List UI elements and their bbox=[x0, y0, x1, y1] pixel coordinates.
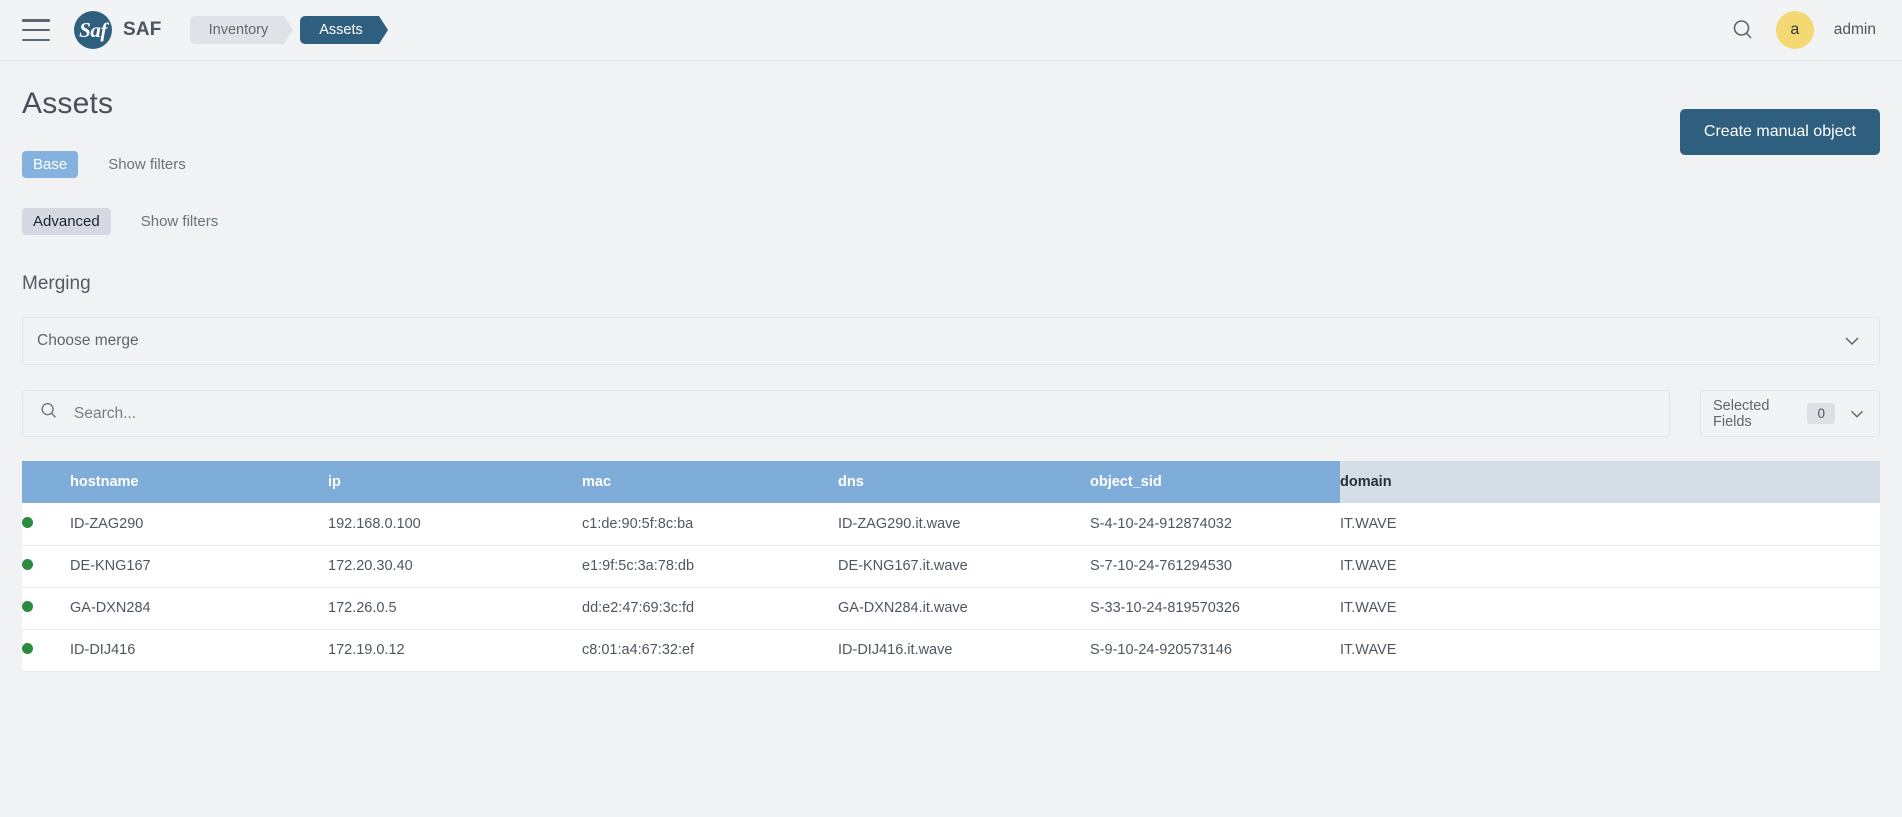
choose-merge-select[interactable]: Choose merge bbox=[22, 317, 1880, 365]
choose-merge-value: Choose merge bbox=[37, 332, 139, 349]
row-mac: e1:9f:5c:3a:78:db bbox=[582, 545, 838, 588]
table-row[interactable]: ID-DIJ416 172.19.0.12 c8:01:a4:67:32:ef … bbox=[22, 629, 1880, 672]
row-hostname: GA-DXN284 bbox=[70, 587, 328, 630]
row-ip: 172.20.30.40 bbox=[328, 545, 582, 588]
row-dns: DE-KNG167.it.wave bbox=[838, 545, 1090, 588]
page-content: Assets Create manual object Base Show fi… bbox=[0, 87, 1902, 672]
base-filter-chip[interactable]: Base bbox=[22, 151, 79, 178]
table-header-object-sid[interactable]: object_sid bbox=[1090, 461, 1340, 503]
selected-fields-dropdown[interactable]: Selected Fields 0 bbox=[1700, 390, 1880, 437]
row-hostname: DE-KNG167 bbox=[70, 545, 328, 588]
row-mac: dd:e2:47:69:3c:fd bbox=[582, 587, 838, 630]
breadcrumb-item-assets[interactable]: Assets bbox=[300, 16, 388, 44]
advanced-filter-chip[interactable]: Advanced bbox=[22, 208, 111, 235]
status-dot-icon bbox=[22, 559, 33, 570]
row-ip: 192.168.0.100 bbox=[328, 503, 582, 546]
saf-logo-icon: Saf bbox=[74, 11, 112, 49]
page-title: Assets bbox=[22, 87, 114, 120]
brand-logo[interactable]: Saf SAF bbox=[74, 11, 162, 49]
search-box[interactable] bbox=[22, 390, 1670, 437]
avatar[interactable]: a bbox=[1775, 11, 1814, 49]
row-object-sid: S-4-10-24-912874032 bbox=[1090, 503, 1340, 546]
table-header-row: hostname ip mac dns object_sid domain bbox=[22, 461, 1880, 503]
row-hostname: ID-ZAG290 bbox=[70, 503, 328, 546]
row-domain: IT.WAVE bbox=[1340, 587, 1880, 630]
row-status-cell bbox=[22, 545, 70, 588]
selected-fields-label: Selected Fields bbox=[1713, 397, 1770, 430]
base-filter-row: Base Show filters bbox=[22, 151, 1880, 178]
assets-table-header: hostname ip mac dns object_sid domain bbox=[22, 461, 1880, 503]
row-object-sid: S-33-10-24-819570326 bbox=[1090, 587, 1340, 630]
table-header-domain[interactable]: domain bbox=[1340, 461, 1880, 503]
base-show-filters-link[interactable]: Show filters bbox=[108, 156, 186, 173]
hamburger-menu-icon[interactable] bbox=[22, 19, 50, 41]
table-header-dns[interactable]: dns bbox=[838, 461, 1090, 503]
row-status-cell bbox=[22, 629, 70, 672]
table-row[interactable]: ID-ZAG290 192.168.0.100 c1:de:90:5f:8c:b… bbox=[22, 503, 1880, 546]
status-dot-icon bbox=[22, 601, 33, 612]
table-header-status bbox=[22, 461, 70, 503]
create-manual-object-button[interactable]: Create manual object bbox=[1679, 109, 1880, 155]
breadcrumb-item-assets-label: Assets bbox=[319, 22, 363, 38]
status-dot-icon bbox=[22, 643, 33, 654]
row-object-sid: S-7-10-24-761294530 bbox=[1090, 545, 1340, 588]
row-ip: 172.19.0.12 bbox=[328, 629, 582, 672]
assets-table: hostname ip mac dns object_sid domain ID… bbox=[22, 461, 1880, 672]
search-icon[interactable] bbox=[1730, 17, 1756, 43]
row-object-sid: S-9-10-24-920573146 bbox=[1090, 629, 1340, 672]
row-ip: 172.26.0.5 bbox=[328, 587, 582, 630]
row-domain: IT.WAVE bbox=[1340, 545, 1880, 588]
row-dns: ID-DIJ416.it.wave bbox=[838, 629, 1090, 672]
row-hostname: ID-DIJ416 bbox=[70, 629, 328, 672]
breadcrumb-item-inventory[interactable]: Inventory bbox=[189, 16, 293, 44]
breadcrumb: Inventory Assets bbox=[189, 16, 388, 44]
assets-table-body: ID-ZAG290 192.168.0.100 c1:de:90:5f:8c:b… bbox=[22, 503, 1880, 672]
advanced-filter-row: Advanced Show filters bbox=[22, 208, 1880, 235]
advanced-show-filters-link[interactable]: Show filters bbox=[141, 213, 219, 230]
table-row[interactable]: GA-DXN284 172.26.0.5 dd:e2:47:69:3c:fd G… bbox=[22, 587, 1880, 630]
search-icon bbox=[39, 401, 59, 426]
top-navigation-bar: Saf SAF Inventory Assets a admin bbox=[0, 0, 1902, 61]
row-status-cell bbox=[22, 503, 70, 546]
row-domain: IT.WAVE bbox=[1340, 629, 1880, 672]
table-header-hostname[interactable]: hostname bbox=[70, 461, 328, 503]
table-header-ip[interactable]: ip bbox=[328, 461, 582, 503]
username-label: admin bbox=[1833, 21, 1876, 38]
row-status-cell bbox=[22, 587, 70, 630]
row-dns: GA-DXN284.it.wave bbox=[838, 587, 1090, 630]
row-mac: c1:de:90:5f:8c:ba bbox=[582, 503, 838, 546]
breadcrumb-item-inventory-label: Inventory bbox=[208, 22, 269, 38]
selected-fields-count-badge: 0 bbox=[1807, 403, 1835, 424]
search-input[interactable] bbox=[72, 403, 1653, 424]
merging-section-title: Merging bbox=[22, 273, 91, 294]
table-toolbar: Selected Fields 0 bbox=[22, 390, 1880, 437]
row-dns: ID-ZAG290.it.wave bbox=[838, 503, 1090, 546]
status-dot-icon bbox=[22, 516, 33, 528]
table-header-mac[interactable]: mac bbox=[582, 461, 838, 503]
brand-name: SAF bbox=[123, 19, 162, 40]
row-domain: IT.WAVE bbox=[1340, 503, 1880, 546]
chevron-down-icon bbox=[1847, 404, 1867, 424]
table-row[interactable]: DE-KNG167 172.20.30.40 e1:9f:5c:3a:78:db… bbox=[22, 545, 1880, 588]
row-mac: c8:01:a4:67:32:ef bbox=[582, 629, 838, 672]
top-bar-right-group: a admin bbox=[1730, 11, 1876, 49]
chevron-down-icon bbox=[1841, 330, 1863, 352]
